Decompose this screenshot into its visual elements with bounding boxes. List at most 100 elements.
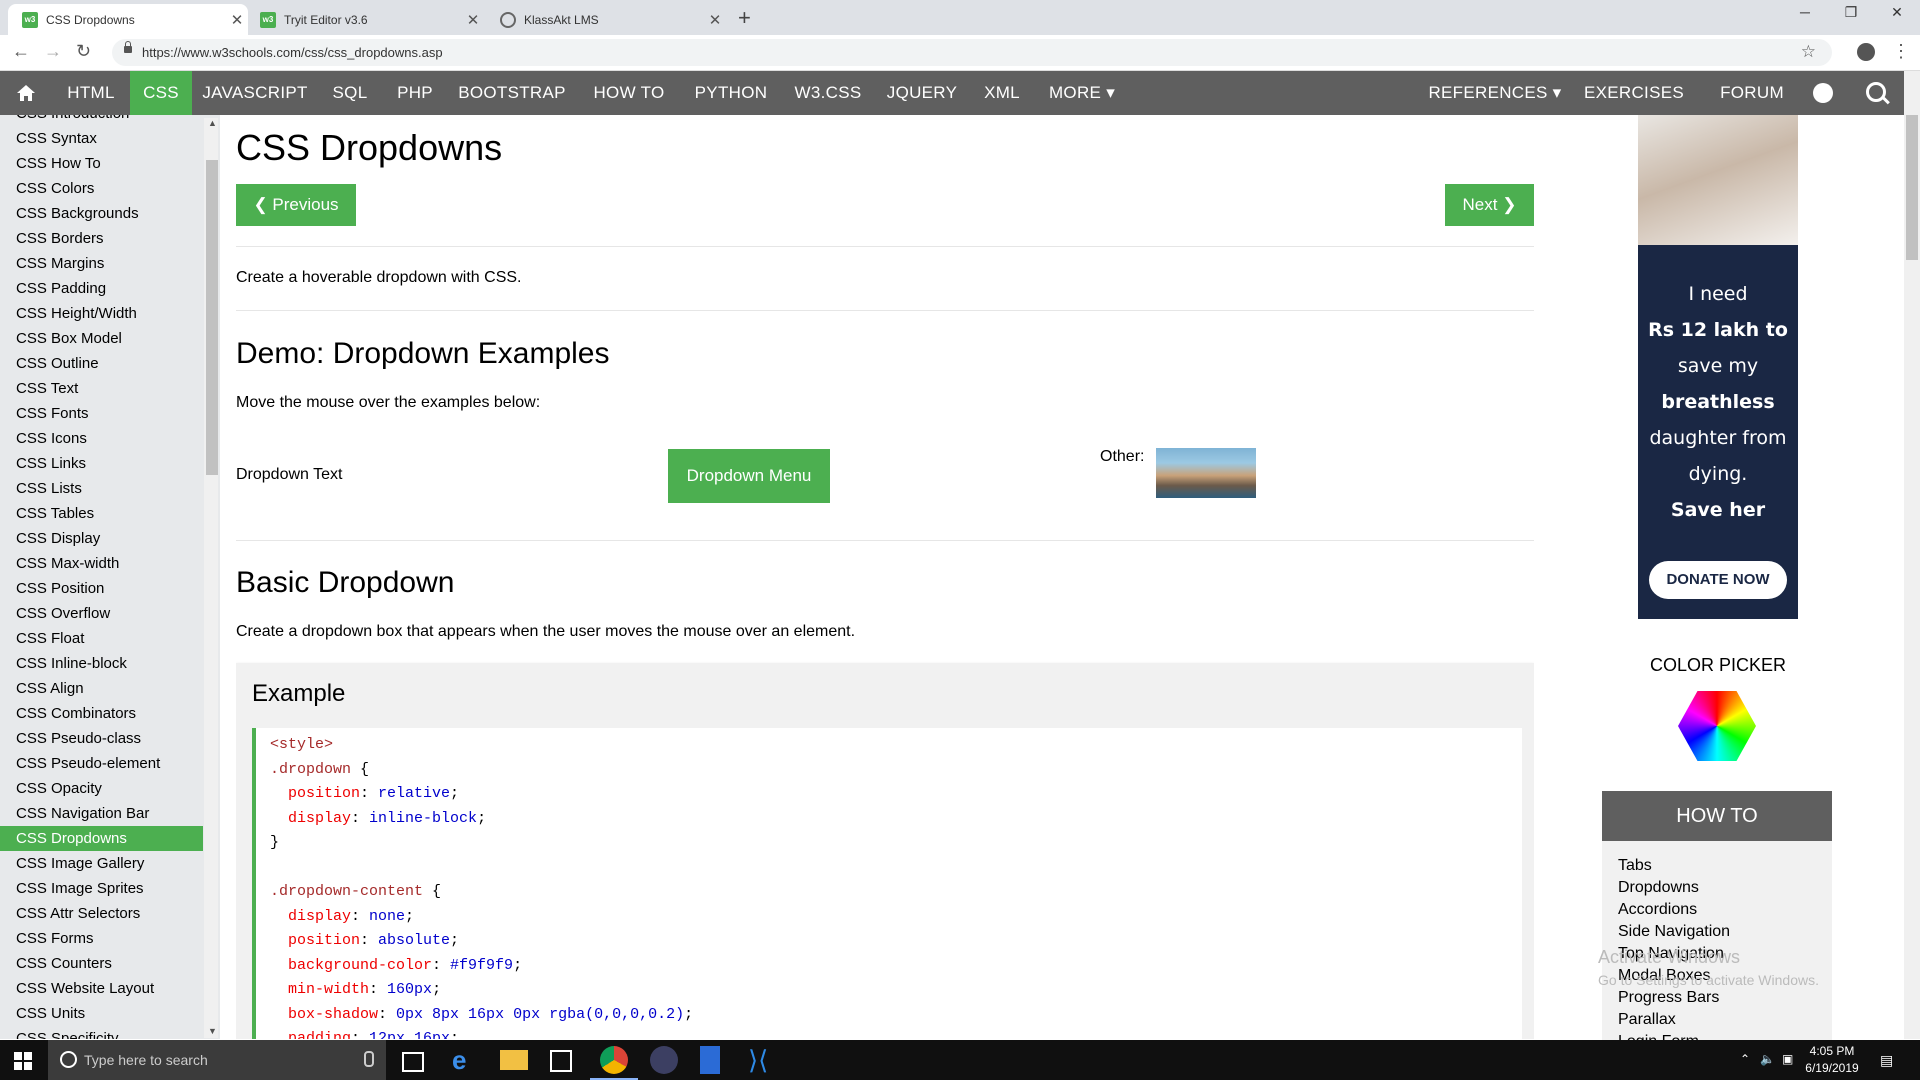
clock[interactable]: 4:05 PM 6/19/2019	[1797, 1043, 1867, 1077]
window-close-button[interactable]: ✕	[1874, 4, 1920, 21]
sidebar-item[interactable]: CSS Specificity	[0, 1026, 203, 1039]
sidebar-item[interactable]: CSS Inline-block	[0, 651, 203, 676]
nav-forum[interactable]: FORUM	[1706, 71, 1798, 115]
browser-tab[interactable]: w3 Tryit Editor v3.6 ✕	[246, 4, 484, 35]
nav-html[interactable]: HTML	[56, 71, 126, 115]
task-view-icon[interactable]	[402, 1052, 424, 1072]
sidebar-item[interactable]: CSS Backgrounds	[0, 201, 203, 226]
minimize-button[interactable]: ─	[1782, 4, 1828, 20]
sidebar-item[interactable]: CSS Image Gallery	[0, 851, 203, 876]
forward-arrow-icon[interactable]: →	[44, 41, 62, 62]
sidebar-item[interactable]: CSS Text	[0, 376, 203, 401]
sidebar-item[interactable]: CSS Display	[0, 526, 203, 551]
nav-bootstrap[interactable]: BOOTSTRAP	[454, 71, 570, 115]
sidebar-item[interactable]: CSS Combinators	[0, 701, 203, 726]
sidebar-item[interactable]: CSS Lists	[0, 476, 203, 501]
home-icon[interactable]	[16, 83, 36, 103]
nav-php[interactable]: PHP	[386, 71, 444, 115]
nav-w3css[interactable]: W3.CSS	[786, 71, 870, 115]
new-tab-button[interactable]: +	[738, 5, 751, 31]
url-text[interactable]: https://www.w3schools.com/css/css_dropdo…	[142, 45, 443, 60]
url-bar[interactable]: https://www.w3schools.com/css/css_dropdo…	[112, 39, 1832, 66]
scroll-down-arrow-icon[interactable]: ▼	[208, 1026, 217, 1036]
donation-ad[interactable]: I need Rs 12 lakh to save my breathless …	[1638, 115, 1798, 619]
bookmark-star-icon[interactable]: ☆	[1801, 42, 1816, 62]
microphone-icon[interactable]	[364, 1051, 374, 1067]
nav-javascript[interactable]: JAVASCRIPT	[196, 71, 314, 115]
nav-howto[interactable]: HOW TO	[582, 71, 676, 115]
sidebar-item[interactable]: CSS Height/Width	[0, 301, 203, 326]
howto-item[interactable]: Side Navigation	[1618, 923, 1730, 941]
landscape-thumbnail[interactable]	[1156, 448, 1256, 498]
sidebar-item[interactable]: CSS Fonts	[0, 401, 203, 426]
sidebar-item[interactable]: CSS How To	[0, 151, 203, 176]
vscode-icon[interactable]: ⟩⟨	[748, 1046, 776, 1074]
taskbar-search[interactable]: Type here to search	[48, 1040, 386, 1080]
nav-references[interactable]: REFERENCES ▾	[1428, 71, 1562, 115]
browser-tab[interactable]: w3 CSS Dropdowns ✕	[8, 4, 248, 35]
search-icon[interactable]	[1866, 82, 1886, 102]
eclipse-icon[interactable]	[650, 1046, 678, 1074]
tray-chevron-icon[interactable]: ⌃	[1740, 1052, 1750, 1066]
sidebar-item[interactable]: CSS Image Sprites	[0, 876, 203, 901]
sidebar-item[interactable]: CSS Pseudo-element	[0, 751, 203, 776]
sidebar-item[interactable]: CSS Borders	[0, 226, 203, 251]
nav-sql[interactable]: SQL	[324, 71, 376, 115]
sidebar-item[interactable]: CSS Outline	[0, 351, 203, 376]
nav-more[interactable]: MORE ▾	[1040, 71, 1124, 115]
nav-css[interactable]: CSS	[130, 71, 192, 115]
nav-jquery[interactable]: JQUERY	[880, 71, 964, 115]
notification-icon[interactable]: ▤	[1880, 1052, 1893, 1069]
sidebar-item[interactable]: CSS Navigation Bar	[0, 801, 203, 826]
document-icon[interactable]	[700, 1046, 720, 1074]
sidebar-item[interactable]: CSS Units	[0, 1001, 203, 1026]
sidebar-item[interactable]: CSS Padding	[0, 276, 203, 301]
scroll-up-arrow-icon[interactable]: ▲	[208, 118, 217, 128]
sidebar-item[interactable]: CSS Opacity	[0, 776, 203, 801]
windows-start-icon[interactable]	[14, 1052, 32, 1070]
page-scroll-thumb[interactable]	[1906, 115, 1918, 260]
file-explorer-icon[interactable]	[500, 1050, 528, 1070]
sidebar-item[interactable]: CSS Float	[0, 626, 203, 651]
color-picker-hexagon-icon[interactable]	[1678, 691, 1756, 761]
browser-tab[interactable]: KlassAkt LMS ✕	[486, 4, 726, 35]
volume-icon[interactable]: 🔈	[1760, 1052, 1775, 1066]
sidebar-scroll-thumb[interactable]	[206, 160, 218, 475]
sidebar-item[interactable]: CSS Website Layout	[0, 976, 203, 1001]
howto-item[interactable]: Progress Bars	[1618, 989, 1719, 1007]
sidebar-item[interactable]: CSS Tables	[0, 501, 203, 526]
sidebar-item[interactable]: CSS Syntax	[0, 126, 203, 151]
network-icon[interactable]: ▣	[1782, 1052, 1793, 1066]
sidebar-item[interactable]: CSS Colors	[0, 176, 203, 201]
sidebar-item[interactable]: CSS Position	[0, 576, 203, 601]
close-icon[interactable]: ✕	[226, 11, 248, 29]
edge-icon[interactable]: e	[452, 1046, 480, 1074]
sidebar-item[interactable]: CSS Box Model	[0, 326, 203, 351]
globe-icon[interactable]	[1813, 83, 1833, 103]
sidebar-item[interactable]: CSS Pseudo-class	[0, 726, 203, 751]
reload-icon[interactable]: ↻	[76, 41, 91, 62]
nav-xml[interactable]: XML	[974, 71, 1030, 115]
previous-button[interactable]: ❮ Previous	[236, 184, 356, 226]
howto-item[interactable]: Parallax	[1618, 1011, 1676, 1029]
back-arrow-icon[interactable]: ←	[12, 41, 30, 62]
close-icon[interactable]: ✕	[462, 11, 484, 29]
menu-kebab-icon[interactable]: ⋮	[1892, 41, 1910, 62]
chrome-icon[interactable]	[590, 1046, 638, 1080]
sidebar-item[interactable]: CSS Dropdowns	[0, 826, 203, 851]
sidebar-item[interactable]: CSS Counters	[0, 951, 203, 976]
nav-python[interactable]: PYTHON	[686, 71, 776, 115]
demo-dropdown-text[interactable]: Dropdown Text	[236, 466, 342, 484]
sidebar-item[interactable]: CSS Introduction	[0, 115, 203, 126]
sidebar-item[interactable]: CSS Margins	[0, 251, 203, 276]
sidebar-item[interactable]: CSS Attr Selectors	[0, 901, 203, 926]
howto-item[interactable]: Tabs	[1618, 857, 1652, 875]
color-picker-title[interactable]: COLOR PICKER	[1638, 655, 1798, 676]
nav-exercises[interactable]: EXERCISES ▾	[1578, 71, 1690, 146]
close-icon[interactable]: ✕	[704, 11, 726, 29]
next-button[interactable]: Next ❯	[1445, 184, 1534, 226]
sidebar-item[interactable]: CSS Forms	[0, 926, 203, 951]
sidebar-item[interactable]: CSS Overflow	[0, 601, 203, 626]
sidebar-item[interactable]: CSS Links	[0, 451, 203, 476]
store-icon[interactable]	[550, 1050, 572, 1072]
